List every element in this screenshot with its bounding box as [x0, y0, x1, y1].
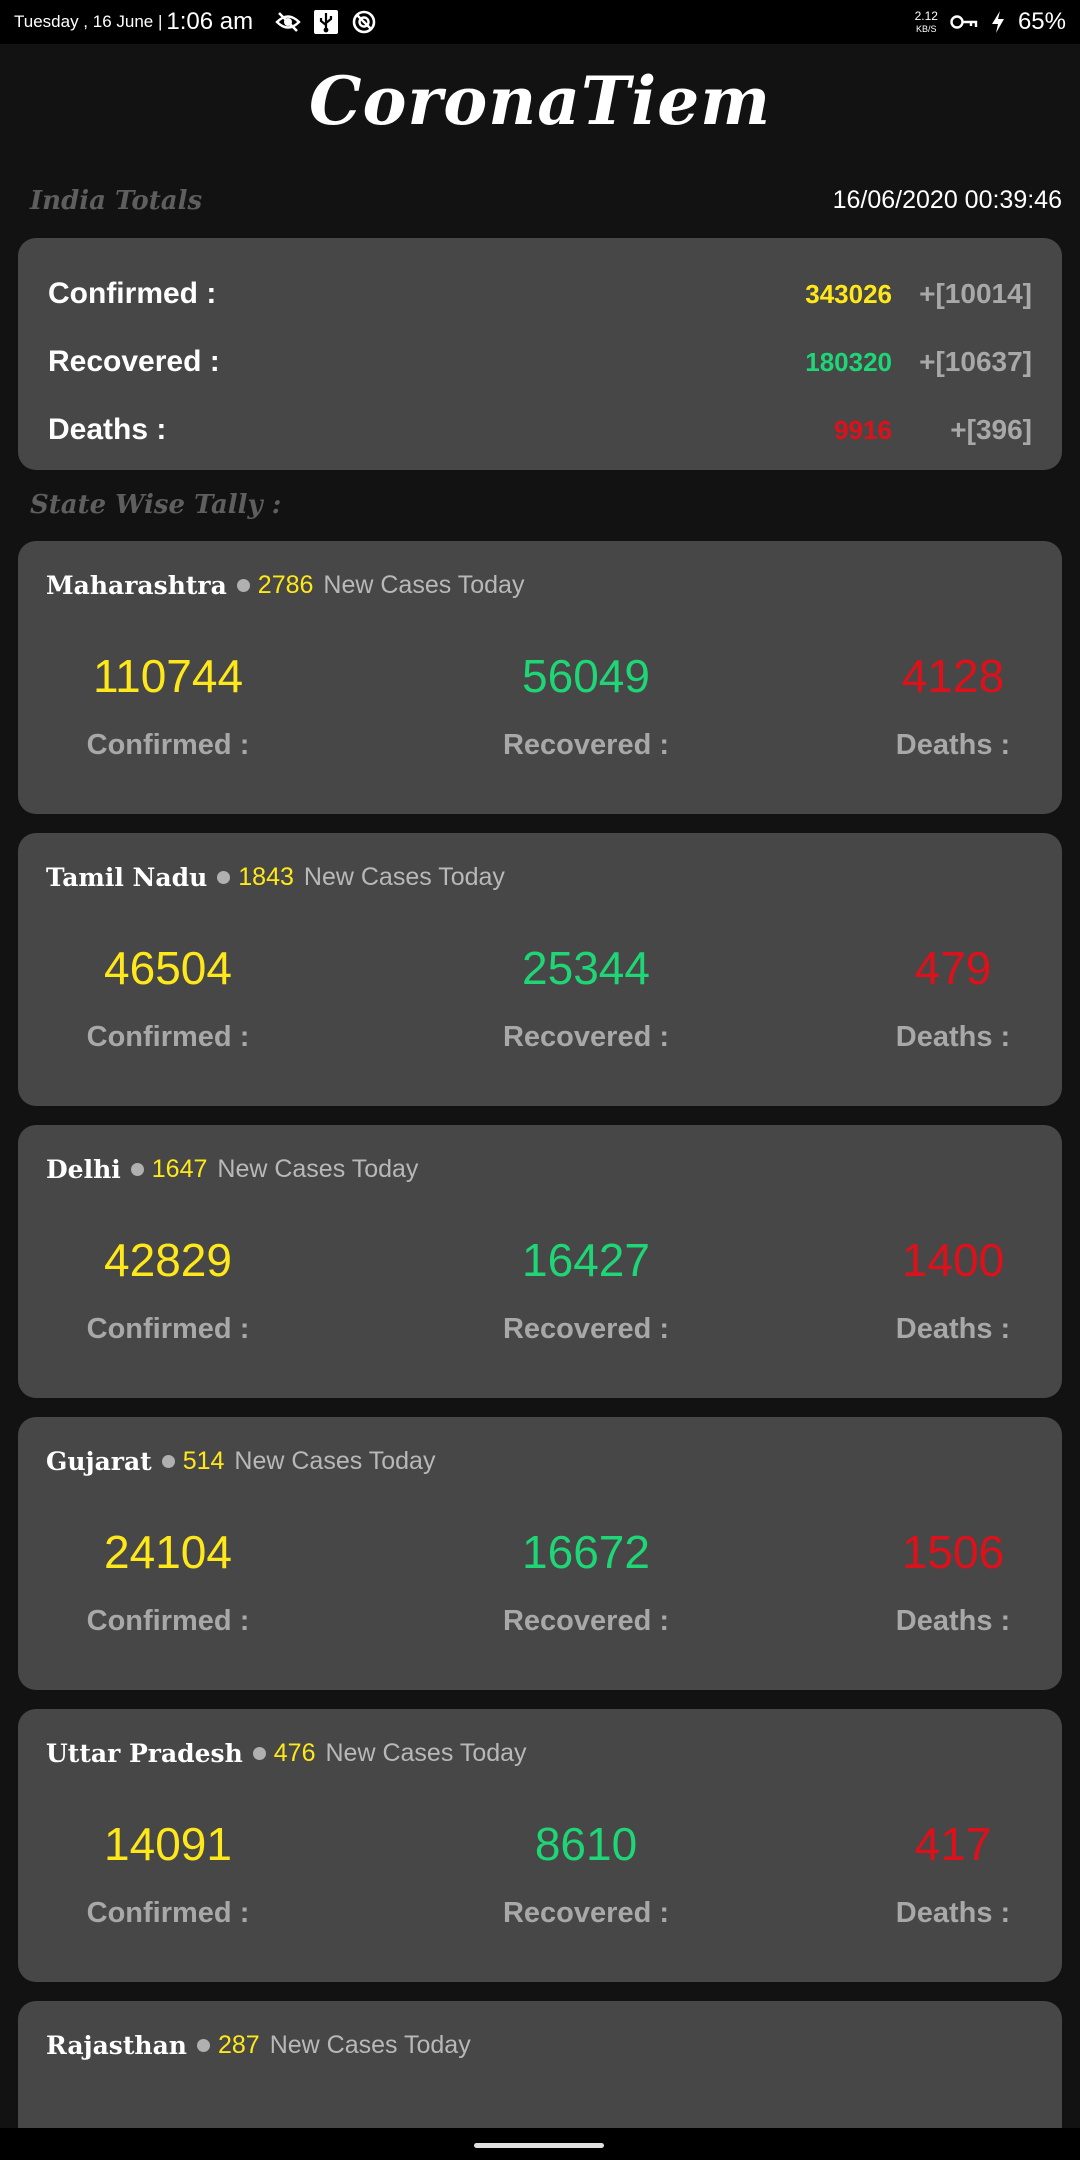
recovered-label: Recovered :	[502, 1605, 669, 1637]
state-new-cases: 1647	[151, 1155, 208, 1183]
app-title: CoronaTiem	[308, 62, 772, 140]
state-card[interactable]: Tamil Nadu 1843 New Cases Today 46504 Con…	[18, 833, 1062, 1106]
state-new-cases: 287	[217, 2031, 260, 2059]
totals-deaths-label: Deaths :	[48, 413, 167, 446]
state-recovered-value: 8610	[534, 1818, 638, 1870]
status-date: Tuesday , 16 June |	[14, 12, 163, 31]
state-name: Delhi	[46, 1155, 121, 1184]
state-new-cases: 2786	[257, 571, 314, 599]
state-name: Gujarat	[46, 1447, 152, 1476]
confirmed-label: Confirmed :	[86, 729, 250, 761]
totals-confirmed-label: Confirmed :	[48, 277, 217, 310]
new-cases-label: New Cases Today	[269, 2031, 471, 2059]
usb-icon	[314, 10, 339, 34]
state-name: Rajasthan	[46, 2031, 187, 2060]
new-cases-label: New Cases Today	[303, 863, 505, 891]
totals-confirmed-delta: +[10014]	[919, 278, 1032, 309]
totals-recovered-delta: +[10637]	[919, 346, 1032, 377]
confirmed-label: Confirmed :	[86, 1897, 250, 1929]
deaths-label: Deaths :	[895, 1313, 1011, 1345]
battery-percent: 65%	[1017, 8, 1066, 35]
vpn-key-icon	[950, 15, 978, 29]
separator-dot-icon	[161, 1455, 175, 1468]
state-card[interactable]: Uttar Pradesh 476 New Cases Today 14091 C…	[18, 1709, 1062, 1982]
totals-confirmed-value: 343026	[805, 278, 892, 309]
speed-value: 2.12	[914, 8, 938, 23]
state-confirmed-value: 46504	[104, 942, 232, 994]
state-card[interactable]: Maharashtra 2786 New Cases Today 110744 C…	[18, 541, 1062, 814]
new-cases-label: New Cases Today	[234, 1447, 436, 1475]
recovered-label: Recovered :	[502, 729, 669, 761]
deaths-label: Deaths :	[895, 1021, 1011, 1053]
state-confirmed-value: 110744	[92, 650, 244, 702]
confirmed-label: Confirmed :	[86, 1313, 250, 1345]
state-name: Maharashtra	[46, 571, 227, 600]
state-name: Tamil Nadu	[46, 863, 208, 892]
separator-dot-icon	[130, 1163, 144, 1176]
recovered-label: Recovered :	[502, 1313, 669, 1345]
deaths-label: Deaths :	[895, 729, 1011, 761]
separator-dot-icon	[236, 579, 250, 592]
data-saver-icon	[352, 10, 376, 34]
state-deaths-value: 479	[914, 942, 992, 994]
state-wise-label: State Wise Tally :	[30, 490, 282, 520]
state-new-cases: 476	[273, 1739, 316, 1767]
state-card[interactable]: Delhi 1647 New Cases Today 42829 Confirme…	[18, 1125, 1062, 1398]
totals-deaths-row: Deaths : 9916 +[396]	[48, 396, 1032, 464]
recovered-label: Recovered :	[502, 1897, 669, 1929]
state-deaths-value: 1506	[901, 1526, 1005, 1578]
state-confirmed-value: 24104	[104, 1526, 232, 1578]
separator-dot-icon	[196, 2039, 210, 2052]
state-recovered-value: 56049	[522, 650, 650, 702]
totals-recovered-row: Recovered : 180320 +[10637]	[48, 328, 1032, 396]
separator-dot-icon	[217, 871, 231, 884]
totals-confirmed-row: Confirmed : 343026 +[10014]	[48, 260, 1032, 328]
state-recovered-value: 25344	[522, 942, 650, 994]
network-speed: 2.12 KB/S	[915, 10, 938, 35]
totals-deaths-value: 9916	[834, 414, 892, 445]
state-new-cases: 514	[182, 1447, 225, 1475]
separator-dot-icon	[252, 1747, 266, 1760]
confirmed-label: Confirmed :	[86, 1605, 250, 1637]
totals-deaths-delta: +[396]	[950, 414, 1032, 445]
home-gesture-handle[interactable]	[474, 2143, 604, 2148]
new-cases-label: New Cases Today	[325, 1739, 527, 1767]
india-totals-card: Confirmed : 343026 +[10014] Recovered : …	[18, 238, 1062, 470]
eye-off-icon	[275, 12, 301, 32]
last-updated-timestamp: 16/06/2020 00:39:46	[832, 186, 1062, 214]
status-bar: Tuesday , 16 June | 1:06 am 2.12 KB/S 65…	[0, 0, 1080, 44]
state-deaths-value: 1400	[901, 1234, 1005, 1286]
state-new-cases: 1843	[238, 863, 294, 891]
state-recovered-value: 16672	[522, 1526, 650, 1578]
confirmed-label: Confirmed :	[86, 1021, 250, 1053]
totals-recovered-label: Recovered :	[48, 345, 220, 378]
state-recovered-value: 16427	[522, 1234, 650, 1286]
state-confirmed-value: 14091	[104, 1818, 232, 1870]
new-cases-label: New Cases Today	[217, 1155, 419, 1183]
state-deaths-value: 417	[914, 1818, 992, 1870]
state-name: Uttar Pradesh	[46, 1739, 243, 1768]
speed-unit: KB/S	[916, 23, 937, 34]
navigation-bar	[0, 2128, 1080, 2160]
state-deaths-value: 4128	[901, 650, 1005, 702]
status-time: 1:06 am	[166, 8, 254, 35]
new-cases-label: New Cases Today	[323, 571, 525, 599]
deaths-label: Deaths :	[895, 1605, 1011, 1637]
totals-recovered-value: 180320	[805, 346, 892, 377]
deaths-label: Deaths :	[895, 1897, 1011, 1929]
charging-bolt-icon	[991, 11, 1004, 33]
state-confirmed-value: 42829	[104, 1234, 232, 1286]
recovered-label: Recovered :	[502, 1021, 669, 1053]
state-card[interactable]: Gujarat 514 New Cases Today 24104 Confirm…	[18, 1417, 1062, 1690]
india-totals-label: India Totals	[30, 186, 203, 216]
state-card[interactable]: Rajasthan 287 New Cases Today	[18, 2001, 1062, 2128]
